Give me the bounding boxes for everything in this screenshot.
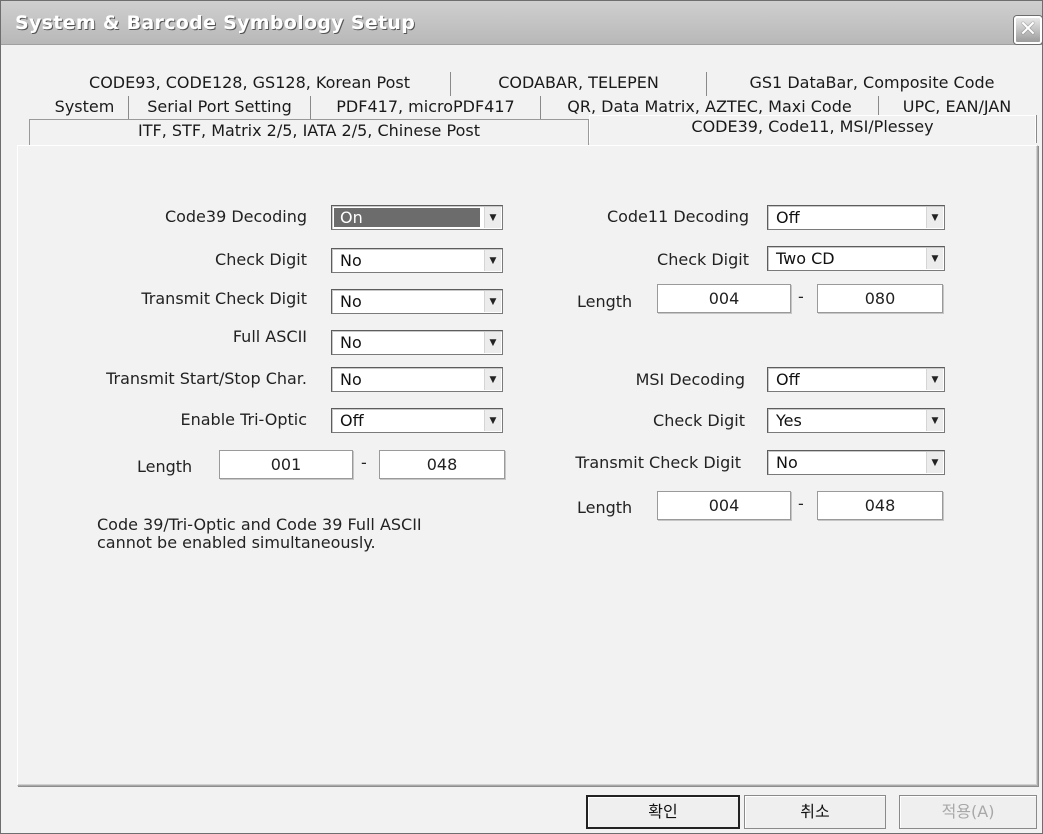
tri-optic-value: Off <box>340 411 364 430</box>
chevron-down-icon[interactable]: ▼ <box>926 369 943 390</box>
code11-decoding-select[interactable]: Off ▼ <box>767 205 945 230</box>
code39-length-max-input[interactable]: 048 <box>379 450 505 479</box>
msi-length-max-input[interactable]: 048 <box>817 491 943 520</box>
apply-button[interactable]: 적용(A) <box>899 795 1037 829</box>
cancel-button[interactable]: 취소 <box>744 795 886 829</box>
msi-decoding-value: Off <box>776 370 800 389</box>
code39-length-separator: - <box>361 453 367 472</box>
tab-serial-port-setting[interactable]: Serial Port Setting <box>129 96 311 120</box>
msi-check-digit-label: Check Digit <box>653 411 745 430</box>
setup-dialog: System & Barcode Symbology Setup ✕ CODE9… <box>0 0 1043 834</box>
code11-check-digit-value: Two CD <box>776 249 835 268</box>
chevron-down-icon[interactable]: ▼ <box>484 410 501 431</box>
code39-start-stop-value: No <box>340 370 362 389</box>
msi-transmit-check-digit-value: No <box>776 453 798 472</box>
code39-length-label: Length <box>137 457 193 476</box>
code39-transmit-check-digit-value: No <box>340 292 362 311</box>
code11-decoding-value: Off <box>776 208 800 227</box>
code39-full-ascii-label: Full ASCII <box>232 327 307 346</box>
msi-length-label: Length <box>577 498 633 517</box>
close-icon: ✕ <box>1018 17 1038 42</box>
msi-decoding-select[interactable]: Off ▼ <box>767 367 945 392</box>
chevron-down-icon[interactable]: ▼ <box>926 452 943 473</box>
code39-transmit-check-digit-label: Transmit Check Digit <box>141 289 307 308</box>
code11-length-label: Length <box>577 292 633 311</box>
chevron-down-icon[interactable]: ▼ <box>484 250 501 271</box>
window-title: System & Barcode Symbology Setup <box>15 12 416 34</box>
msi-check-digit-value: Yes <box>776 411 802 430</box>
tab-code39-code11-msi[interactable]: CODE39, Code11, MSI/Plessey <box>589 115 1036 143</box>
code39-transmit-check-digit-select[interactable]: No ▼ <box>331 289 503 314</box>
msi-length-separator: - <box>798 494 804 513</box>
tab-codabar-telepen[interactable]: CODABAR, TELEPEN <box>451 72 707 96</box>
msi-length-min-input[interactable]: 004 <box>657 491 791 520</box>
code11-length-min-input[interactable]: 004 <box>657 284 791 313</box>
code39-decoding-label: Code39 Decoding <box>164 207 307 226</box>
tri-optic-select[interactable]: Off ▼ <box>331 408 503 433</box>
code39-note: Code 39/Tri-Optic and Code 39 Full ASCII… <box>97 515 422 552</box>
title-bar: System & Barcode Symbology Setup ✕ <box>1 1 1042 45</box>
code39-start-stop-label: Transmit Start/Stop Char. <box>106 369 307 388</box>
code11-length-separator: - <box>798 287 804 306</box>
chevron-down-icon[interactable]: ▼ <box>484 207 501 228</box>
msi-decoding-label: MSI Decoding <box>635 370 745 389</box>
close-button[interactable]: ✕ <box>1014 16 1042 44</box>
tab-code93-code128[interactable]: CODE93, CODE128, GS128, Korean Post <box>49 72 451 96</box>
chevron-down-icon[interactable]: ▼ <box>926 410 943 431</box>
code39-check-digit-select[interactable]: No ▼ <box>331 248 503 273</box>
ok-button[interactable]: 확인 <box>586 795 740 829</box>
code39-full-ascii-select[interactable]: No ▼ <box>331 330 503 355</box>
code11-length-max-input[interactable]: 080 <box>817 284 943 313</box>
msi-check-digit-select[interactable]: Yes ▼ <box>767 408 945 433</box>
code11-check-digit-select[interactable]: Two CD ▼ <box>767 246 945 271</box>
tab-system[interactable]: System <box>41 96 129 120</box>
chevron-down-icon[interactable]: ▼ <box>484 369 501 390</box>
tab-itf-stf[interactable]: ITF, STF, Matrix 2/5, IATA 2/5, Chinese … <box>29 119 589 146</box>
msi-transmit-check-digit-label: Transmit Check Digit <box>575 453 741 472</box>
tab-gs1-databar[interactable]: GS1 DataBar, Composite Code <box>717 72 1027 96</box>
code39-decoding-value: On <box>334 208 480 227</box>
chevron-down-icon[interactable]: ▼ <box>926 207 943 228</box>
code11-check-digit-label: Check Digit <box>657 250 749 269</box>
code39-full-ascii-value: No <box>340 333 362 352</box>
code39-decoding-select[interactable]: On ▼ <box>331 205 503 230</box>
chevron-down-icon[interactable]: ▼ <box>484 332 501 353</box>
code39-start-stop-select[interactable]: No ▼ <box>331 367 503 392</box>
code39-check-digit-value: No <box>340 251 362 270</box>
code39-check-digit-label: Check Digit <box>215 250 307 269</box>
chevron-down-icon[interactable]: ▼ <box>484 291 501 312</box>
code39-length-min-input[interactable]: 001 <box>219 450 353 479</box>
tri-optic-label: Enable Tri-Optic <box>180 410 307 429</box>
chevron-down-icon[interactable]: ▼ <box>926 248 943 269</box>
msi-transmit-check-digit-select[interactable]: No ▼ <box>767 450 945 475</box>
code11-decoding-label: Code11 Decoding <box>606 207 749 226</box>
tab-pdf417[interactable]: PDF417, microPDF417 <box>311 96 541 120</box>
